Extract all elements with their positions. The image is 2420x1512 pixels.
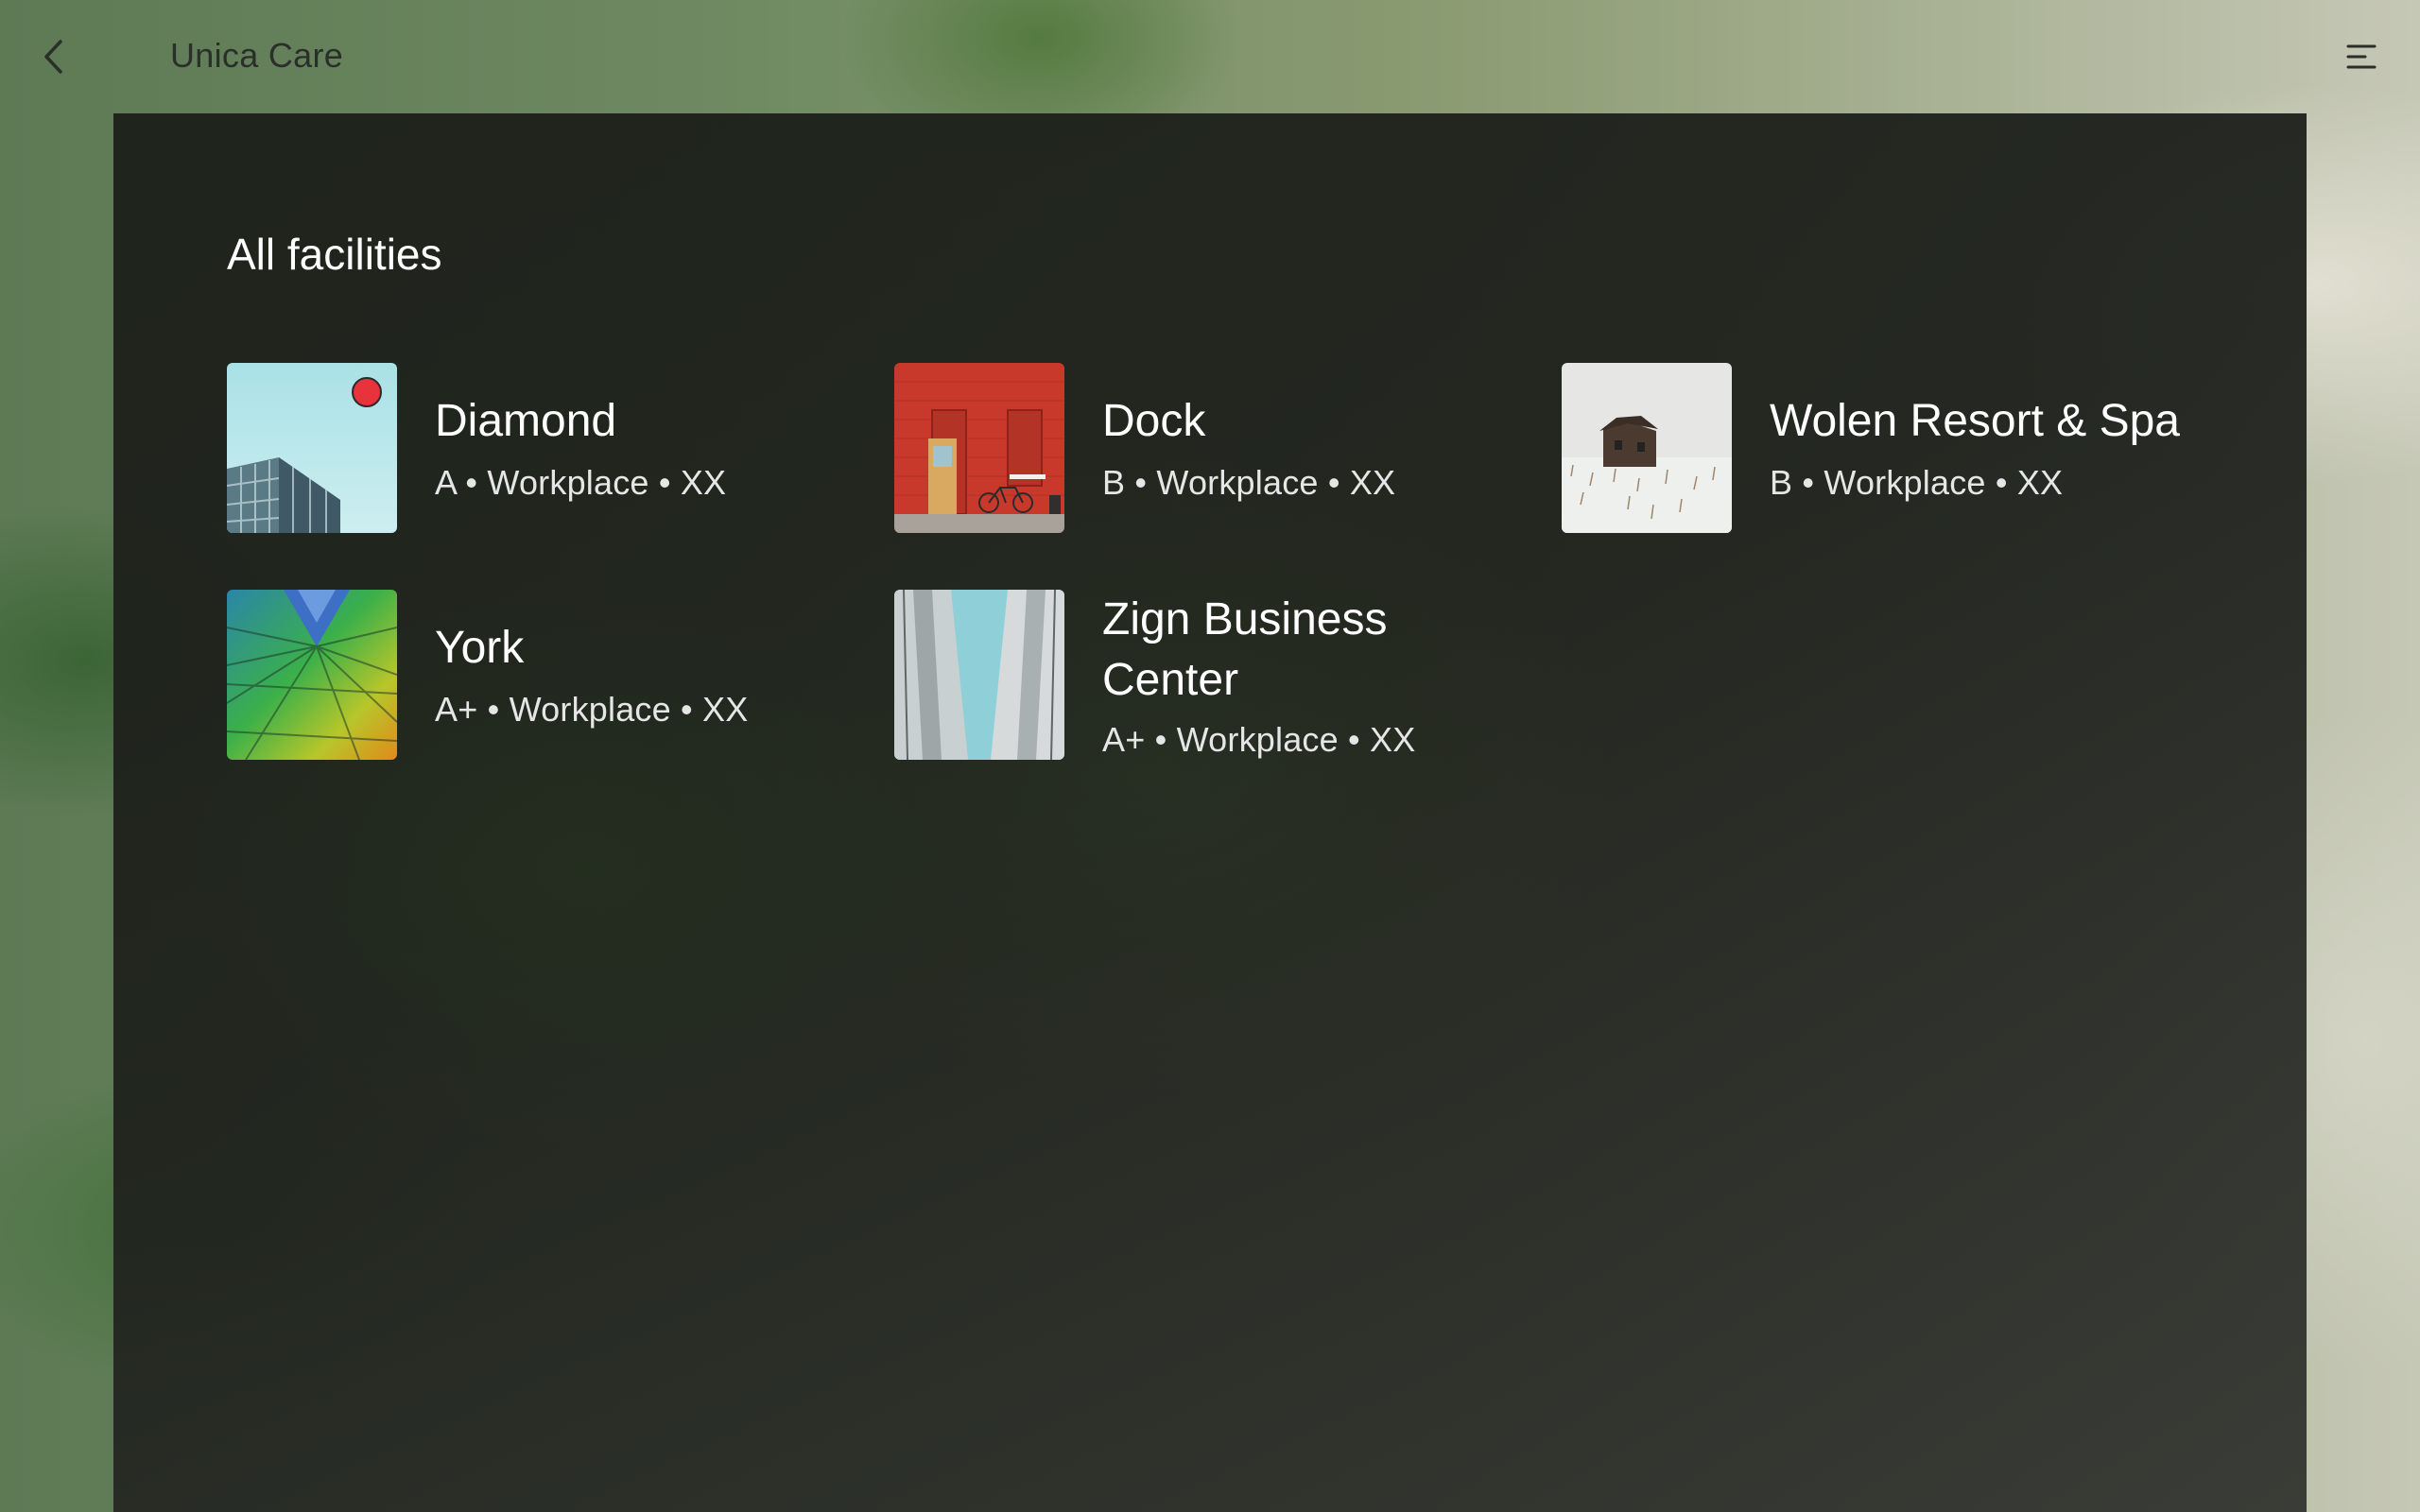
status-badge xyxy=(352,377,382,407)
facility-name: Dock xyxy=(1102,396,1206,446)
facility-card-dock[interactable]: Dock B • Workplace • XX xyxy=(894,363,1480,533)
facility-name: Zign Business Center xyxy=(1102,594,1388,705)
section-title: All facilities xyxy=(227,230,442,279)
facility-image xyxy=(227,363,397,533)
facility-image xyxy=(1562,363,1732,533)
facility-meta: B • Workplace • XX xyxy=(1770,463,2064,502)
facility-image xyxy=(894,363,1064,533)
menu-icon xyxy=(2346,44,2377,69)
menu-button[interactable] xyxy=(2342,38,2380,76)
facility-card-york[interactable]: York A+ • Workplace • XX xyxy=(227,590,813,760)
facility-name: York xyxy=(435,623,525,673)
app-title: Unica Care xyxy=(170,36,344,75)
facility-card-wolen-resort[interactable]: Wolen Resort & Spa B • Workplace • XX xyxy=(1562,363,2180,533)
facility-name: Diamond xyxy=(435,396,617,446)
facility-name: Wolen Resort & Spa xyxy=(1770,396,2180,446)
facility-meta: A+ • Workplace • XX xyxy=(1102,720,1416,759)
facility-card-zign-business-center[interactable]: Zign Business Center A+ • Workplace • XX xyxy=(894,590,1480,779)
facility-meta: A • Workplace • XX xyxy=(435,463,727,502)
chevron-left-icon xyxy=(44,40,62,74)
facility-image xyxy=(894,590,1064,760)
facility-card-diamond[interactable]: Diamond A • Workplace • XX xyxy=(227,363,813,533)
facility-meta: B • Workplace • XX xyxy=(1102,463,1396,502)
back-button[interactable] xyxy=(34,34,72,79)
facilities-panel: All facilities Diamond A • Workplace • X… xyxy=(113,113,2307,1512)
top-bar: Unica Care xyxy=(0,0,2420,113)
facility-meta: A+ • Workplace • XX xyxy=(435,690,749,729)
facility-image xyxy=(227,590,397,760)
